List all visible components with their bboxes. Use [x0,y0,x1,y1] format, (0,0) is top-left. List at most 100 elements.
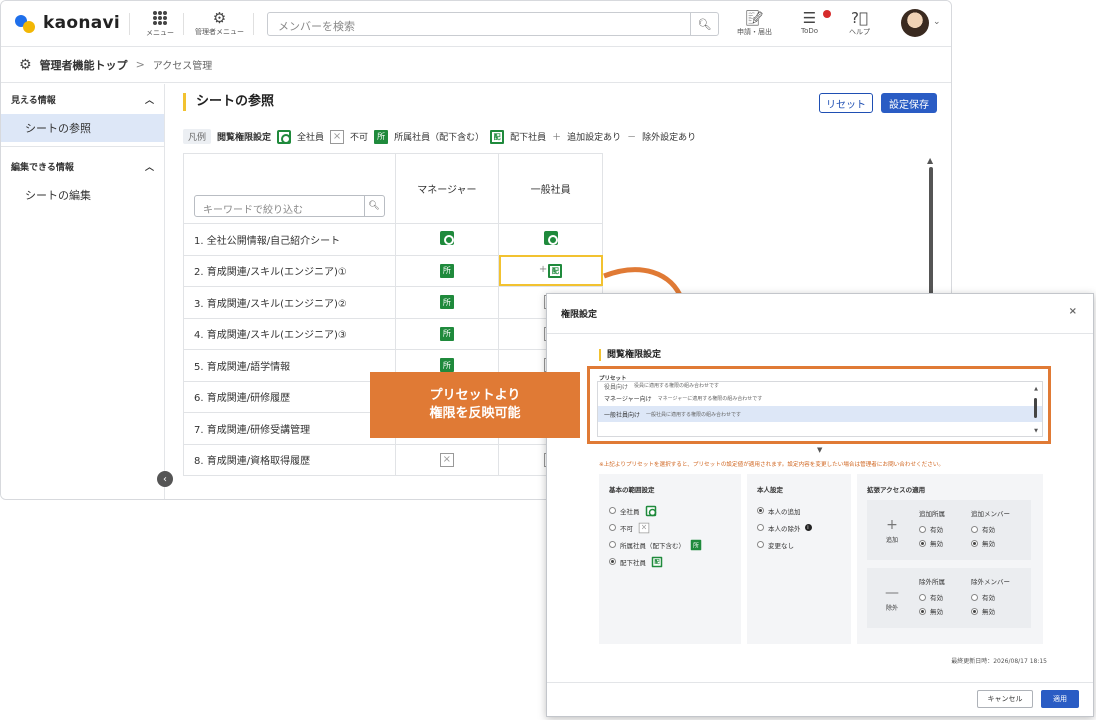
checklist-icon: ☰ [802,9,817,27]
reset-button[interactable]: リセット [819,93,873,113]
section-title: 閲覧権限設定 [599,349,661,361]
grid-menu-icon [153,11,167,25]
scrollbar-thumb[interactable] [1034,398,1037,418]
scrollbar-thumb[interactable] [929,167,933,297]
apply-button[interactable]: 適用 [1041,690,1079,708]
department-icon: 所 [374,129,389,144]
preset-listbox[interactable]: 役員向け 役員に適用する権限の組み合わせです マネージャー向け マネージャーに適… [597,381,1043,437]
breadcrumb-separator: > [135,58,145,71]
page-title: シートの参照 [183,93,274,111]
radio-button[interactable] [609,541,616,548]
apply-button[interactable]: 📝︎ 申請・届出 [737,9,772,37]
preset-option-manager[interactable]: マネージャー向け マネージャーに適用する権限の組み合わせです [598,390,1042,406]
radio-button[interactable] [609,507,616,514]
collapse-sidebar-button[interactable]: ‹ [157,471,173,487]
column-header-employee: 一般社員 [498,153,603,224]
search-icon[interactable]: 🔍︎ [363,195,384,216]
sidebar-group-editable[interactable]: 編集できる情報 ︿ [1,151,164,181]
radio-button[interactable] [757,524,764,531]
help-button[interactable]: ?⃝ ヘルプ [849,9,870,37]
radio-all-employees[interactable]: 全社員 [609,502,731,519]
chevron-down-icon[interactable]: ⌄ [933,17,941,27]
breadcrumb-admin-top[interactable]: 管理者機能トップ [40,57,128,73]
radio-button-checked[interactable] [609,558,616,565]
row-label: 2. 育成関連/スキル(エンジニア)① [183,254,396,287]
cancel-button[interactable]: キャンセル [977,690,1033,708]
radio-button-checked[interactable] [971,539,978,547]
radio-button[interactable] [919,593,926,601]
all-employees-icon [645,505,656,516]
scroll-up-icon[interactable]: ▲ [927,156,933,165]
add-dept-disabled[interactable]: 無効 [919,536,945,550]
permission-cell[interactable] [498,223,603,256]
dialog-footer: キャンセル 適用 [547,682,1093,716]
save-settings-button[interactable]: 設定保存 [881,93,937,113]
menu-button[interactable]: メニュー [146,9,174,38]
user-avatar[interactable] [901,9,929,37]
radio-not-allowed[interactable]: 不可 × [609,519,731,536]
radio-button[interactable] [757,541,764,548]
radio-subordinates[interactable]: 配下社員 配 [609,553,731,570]
exclude-member-enabled[interactable]: 有効 [971,590,1010,604]
permission-cell[interactable]: 所 [394,286,500,319]
kaonavi-logo[interactable]: kaonavi [15,13,120,33]
radio-button-checked[interactable] [919,539,926,547]
exclude-dept-disabled[interactable]: 無効 [919,604,945,618]
radio-no-change[interactable]: 変更なし [757,536,841,553]
radio-button-checked[interactable] [919,607,926,615]
sidebar-item-sheet-edit[interactable]: シートの編集 [1,181,164,209]
keyword-filter-cell: キーワードで絞り込む 🔍︎ [183,153,396,224]
add-member-disabled[interactable]: 無効 [971,536,1010,550]
preset-option-executive[interactable]: 役員向け 役員に適用する権限の組み合わせです [598,382,1042,391]
radio-self-add[interactable]: 本人の追加 [757,502,841,519]
plus-icon: + 追加 [885,517,898,544]
search-icon[interactable]: 🔍︎ [690,13,718,35]
not-allowed-icon: × [330,129,345,144]
info-icon[interactable]: i [804,524,812,531]
permission-dialog: 権限設定 × 閲覧権限設定 プリセット 役員向け 役員に適用する権限の組み合わせ… [546,293,1094,717]
exclude-dept-enabled[interactable]: 有効 [919,590,945,604]
gear-icon: ⚙ [212,9,227,27]
radio-button-checked[interactable] [757,507,764,514]
self-settings-panel: 本人設定 本人の追加 本人の除外 i 変更なし [747,474,851,644]
notification-badge [823,10,831,18]
permission-cell[interactable] [394,223,500,256]
exclude-dept-column: 除外所属 有効 無効 [919,578,945,618]
radio-self-exclude[interactable]: 本人の除外 i [757,519,841,536]
extended-access-panel: 拡張アクセスの適用 + 追加 追加所属 有効 無効 追加メンバー 有効 無効 —… [857,474,1043,644]
table-row: 8. 育成関連/資格取得履歴×× [183,443,603,476]
basic-range-panel: 基本の範囲設定 全社員 不可 × 所属社員（配下含む） 所 配下社員 配 [599,474,741,644]
divider [1,146,164,147]
keyword-filter-input[interactable]: キーワードで絞り込む 🔍︎ [194,194,385,217]
permission-cell[interactable]: 所 [394,254,500,287]
permission-cell[interactable]: 所 [394,317,500,350]
radio-button-checked[interactable] [971,607,978,615]
preset-note: ※上記よりプリセットを選択すると、プリセットの設定値が適用されます。設定内容を変… [599,462,945,468]
radio-button[interactable] [609,524,616,531]
legend-tag: 凡例 [183,129,212,144]
add-member-enabled[interactable]: 有効 [971,522,1010,536]
exclude-member-column: 除外メンバー 有効 無効 [971,578,1010,618]
table-row: 3. 育成関連/スキル(エンジニア)②所× [183,286,603,319]
radio-button[interactable] [919,525,926,533]
divider [253,13,254,35]
radio-button[interactable] [971,525,978,533]
close-icon[interactable]: × [1069,306,1077,317]
exclude-member-disabled[interactable]: 無効 [971,604,1010,618]
not-allowed-icon: × [638,522,650,533]
preset-option-employee[interactable]: 一般社員向け 一般社員に適用する権限の組み合わせです [598,406,1042,422]
scroll-up-icon[interactable]: ▲ [1034,386,1038,392]
permission-cell[interactable]: × [394,443,500,476]
todo-button[interactable]: ☰ ToDo [801,9,818,35]
sidebar-item-sheet-view[interactable]: シートの参照 [1,114,164,142]
chevron-down-icon: ▼ [817,446,823,454]
radio-button[interactable] [971,593,978,601]
member-search-input[interactable]: メンバーを検索 🔍︎ [267,12,719,36]
sidebar-group-visible[interactable]: 見える情報 ︿ [1,84,164,114]
all-employees-icon [439,230,454,245]
scroll-down-icon[interactable]: ▼ [1034,428,1038,434]
add-dept-enabled[interactable]: 有効 [919,522,945,536]
admin-menu-button[interactable]: ⚙ 管理者メニュー [195,9,244,37]
add-member-column: 追加メンバー 有効 無効 [971,510,1010,550]
radio-department[interactable]: 所属社員（配下含む） 所 [609,536,731,553]
